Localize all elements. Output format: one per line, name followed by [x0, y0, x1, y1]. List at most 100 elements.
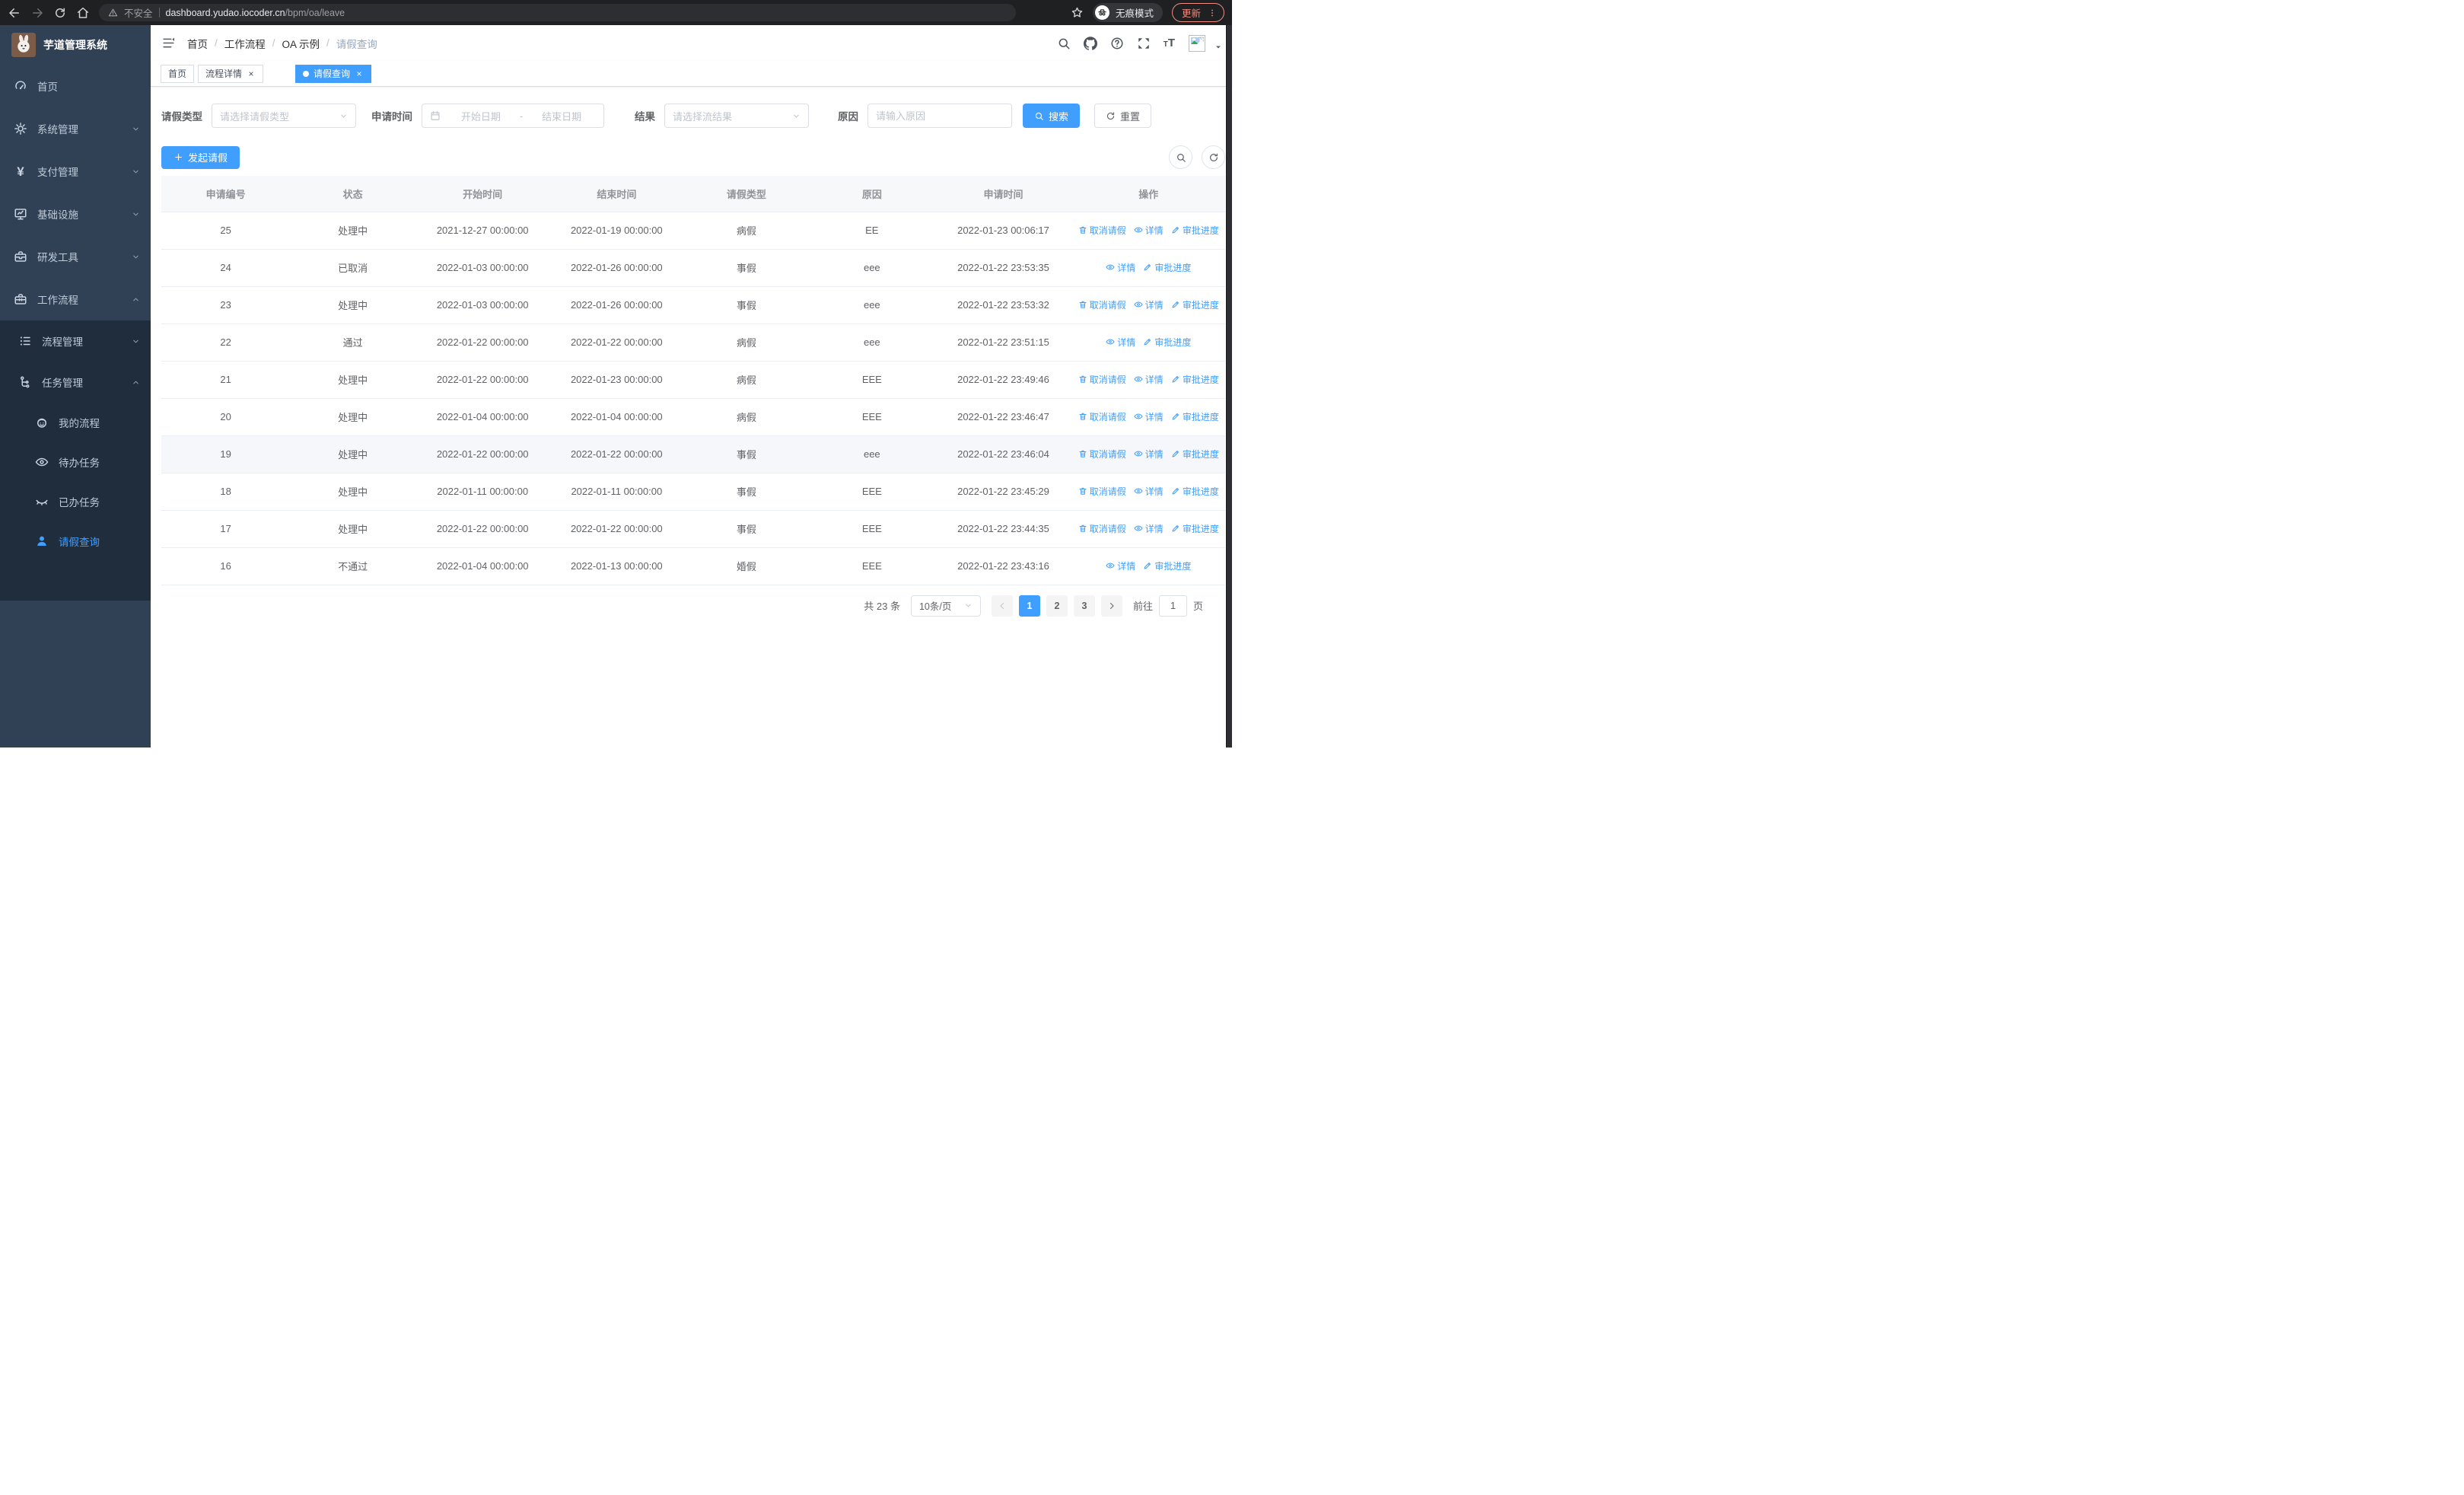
- action-detail-link[interactable]: 详情: [1134, 298, 1164, 311]
- page-button-3[interactable]: 3: [1073, 594, 1095, 617]
- prev-page-button[interactable]: [991, 594, 1013, 617]
- sidebar-item-home[interactable]: 首页: [0, 65, 151, 107]
- browser-home-icon[interactable]: [76, 6, 90, 20]
- sidebar-item-process-mgmt[interactable]: 流程管理: [0, 320, 151, 362]
- avatar[interactable]: [1188, 34, 1206, 53]
- sidebar-item-done-tasks[interactable]: 已办任务: [0, 482, 151, 521]
- goto-page-input[interactable]: [1158, 594, 1187, 617]
- action-progress-link[interactable]: 审批进度: [1171, 448, 1219, 461]
- action-progress-link[interactable]: 审批进度: [1143, 559, 1191, 572]
- action-progress-link[interactable]: 审批进度: [1171, 522, 1219, 535]
- header-search-icon[interactable]: [1057, 37, 1071, 50]
- navbar-tools: TT: [1057, 34, 1222, 53]
- sidebar-item-payment[interactable]: ¥ 支付管理: [0, 150, 151, 193]
- sidebar-item-infra[interactable]: 基础设施: [0, 193, 151, 235]
- action-cancel-link[interactable]: 取消请假: [1078, 522, 1126, 535]
- leave-type-select[interactable]: 请选择请假类型: [212, 104, 356, 128]
- action-cancel-link[interactable]: 取消请假: [1078, 298, 1126, 311]
- update-label: 更新: [1181, 8, 1201, 19]
- reason-input[interactable]: [867, 104, 1012, 128]
- cell-reason: eee: [809, 286, 935, 324]
- fullscreen-icon[interactable]: [1137, 37, 1151, 50]
- security-warning-icon[interactable]: [108, 8, 118, 18]
- sidebar-item-leave-query[interactable]: 请假查询: [0, 521, 151, 561]
- sidebar-toggle-icon[interactable]: [161, 36, 176, 50]
- github-icon[interactable]: [1083, 36, 1097, 50]
- action-progress-link[interactable]: 审批进度: [1171, 224, 1219, 237]
- page-button-1[interactable]: 1: [1018, 594, 1040, 617]
- cell-reason: eee: [809, 324, 935, 362]
- action-cancel-link[interactable]: 取消请假: [1078, 373, 1126, 386]
- tab-home[interactable]: 首页: [161, 64, 195, 83]
- action-detail-link[interactable]: 详情: [1134, 448, 1164, 461]
- action-label: 取消请假: [1089, 299, 1126, 311]
- action-progress-link[interactable]: 审批进度: [1171, 373, 1219, 386]
- leave-type-label: 请假类型: [161, 111, 202, 123]
- page-button-2[interactable]: 2: [1046, 594, 1068, 617]
- sidebar-item-todo-tasks[interactable]: 待办任务: [0, 442, 151, 482]
- action-detail-link[interactable]: 详情: [1134, 485, 1164, 498]
- action-progress-link[interactable]: 审批进度: [1171, 298, 1219, 311]
- date-end-placeholder[interactable]: 结束日期: [527, 109, 596, 123]
- browser-reload-icon[interactable]: [53, 6, 67, 20]
- search-button[interactable]: 搜索: [1023, 104, 1081, 128]
- sidebar-item-system[interactable]: 系统管理: [0, 107, 151, 150]
- tab-close-icon[interactable]: ×: [247, 69, 256, 78]
- browser-back-icon[interactable]: [8, 6, 21, 20]
- result-select[interactable]: 请选择流结果: [664, 104, 809, 128]
- action-progress-link[interactable]: 审批进度: [1171, 485, 1219, 498]
- action-detail-link[interactable]: 详情: [1106, 336, 1135, 349]
- sidebar-item-workflow[interactable]: 工作流程: [0, 278, 151, 320]
- logo-row[interactable]: 芋道管理系统: [0, 25, 151, 65]
- action-cancel-link[interactable]: 取消请假: [1078, 485, 1126, 498]
- reset-button[interactable]: 重置: [1094, 104, 1152, 128]
- cell-start: 2022-01-04 00:00:00: [415, 398, 550, 436]
- refresh-table-button[interactable]: [1202, 145, 1225, 169]
- apply-time-range-picker[interactable]: 开始日期 - 结束日期: [422, 104, 604, 128]
- date-start-placeholder[interactable]: 开始日期: [447, 109, 515, 123]
- bookmark-star-icon[interactable]: [1071, 6, 1084, 19]
- action-detail-link[interactable]: 详情: [1134, 224, 1164, 237]
- font-size-icon[interactable]: TT: [1164, 37, 1175, 49]
- action-detail-link[interactable]: 详情: [1134, 410, 1164, 423]
- browser-forward-icon[interactable]: [30, 6, 44, 20]
- toggle-search-button[interactable]: [1169, 145, 1192, 169]
- action-detail-link[interactable]: 详情: [1134, 522, 1164, 535]
- next-page-button[interactable]: [1100, 594, 1122, 617]
- sidebar-item-label: 研发工具: [37, 252, 78, 263]
- plus-icon: [173, 152, 183, 162]
- sidebar-item-devtools[interactable]: 研发工具: [0, 235, 151, 278]
- tab-close-icon[interactable]: ×: [355, 69, 364, 78]
- breadcrumb-item[interactable]: OA 示例: [282, 36, 320, 51]
- create-leave-button[interactable]: 发起请假: [161, 145, 240, 169]
- action-cancel-link[interactable]: 取消请假: [1078, 448, 1126, 461]
- tab-leave-query[interactable]: 请假查询 ×: [295, 64, 372, 83]
- action-detail-link[interactable]: 详情: [1134, 373, 1164, 386]
- action-progress-link[interactable]: 审批进度: [1143, 261, 1191, 274]
- sidebar-submenu: 流程管理 任务管理 我的流程 待办任务 已办任务 请假查询: [0, 320, 151, 601]
- url-path: /bpm/oa/leave: [285, 7, 345, 18]
- avatar-caret-icon[interactable]: [1214, 43, 1222, 51]
- breadcrumb-item[interactable]: 工作流程: [224, 36, 266, 51]
- update-button[interactable]: 更新: [1171, 3, 1224, 22]
- breadcrumb-item[interactable]: 首页: [187, 36, 208, 51]
- browser-menu-dots-icon[interactable]: [1208, 8, 1217, 18]
- help-icon[interactable]: [1110, 37, 1124, 50]
- browser-scrollbar[interactable]: [1226, 25, 1232, 748]
- action-cancel-link[interactable]: 取消请假: [1078, 224, 1126, 237]
- leave-type-placeholder: 请选择请假类型: [220, 110, 290, 123]
- action-cancel-link[interactable]: 取消请假: [1078, 410, 1126, 423]
- action-detail-link[interactable]: 详情: [1106, 559, 1135, 572]
- action-progress-link[interactable]: 审批进度: [1171, 410, 1219, 423]
- table-toolbar: 发起请假: [161, 145, 1225, 169]
- action-detail-link[interactable]: 详情: [1106, 261, 1135, 274]
- page-size-select[interactable]: 10条/页: [910, 594, 981, 617]
- sidebar-item-my-process[interactable]: 我的流程: [0, 403, 151, 442]
- date-range-separator: -: [519, 110, 524, 122]
- action-progress-link[interactable]: 审批进度: [1143, 336, 1191, 349]
- address-bar[interactable]: 不安全 dashboard.yudao.iocoder.cn/bpm/oa/le…: [99, 4, 1016, 21]
- tab-process-detail[interactable]: 流程详情 ×: [198, 64, 264, 83]
- col-header-applied: 申请时间: [934, 176, 1072, 212]
- active-tab-dot: [303, 70, 310, 77]
- sidebar-item-task-mgmt[interactable]: 任务管理: [0, 362, 151, 403]
